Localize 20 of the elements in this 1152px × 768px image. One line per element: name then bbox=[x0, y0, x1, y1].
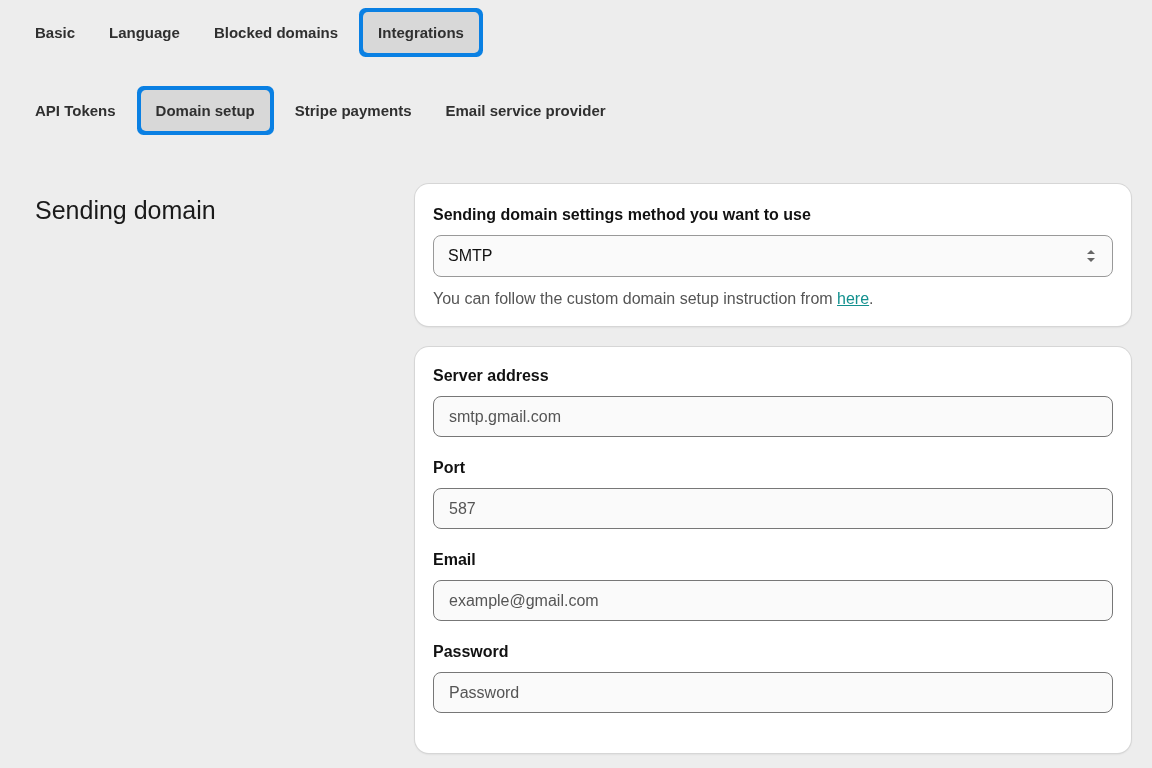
input-field[interactable]: 587 bbox=[433, 488, 1113, 529]
field-label: Server address bbox=[433, 367, 550, 385]
tab[interactable]: Language bbox=[97, 14, 192, 50]
input-field[interactable]: Password bbox=[433, 672, 1113, 713]
tab[interactable]: Basic bbox=[23, 14, 88, 50]
tab[interactable]: API Tokens bbox=[23, 92, 128, 128]
field-label: Password bbox=[433, 643, 510, 661]
tab[interactable]: Stripe payments bbox=[282, 92, 424, 128]
input-field[interactable]: smtp.gmail.com bbox=[433, 396, 1113, 437]
help-text: You can follow the custom domain setup instruction from here. bbox=[433, 290, 875, 308]
tab[interactable]: Blocked domains bbox=[201, 14, 351, 50]
input-field[interactable]: example@gmail.com bbox=[433, 580, 1113, 621]
tab[interactable]: Email service provider bbox=[433, 92, 618, 128]
section-title: Sending domain bbox=[35, 195, 217, 226]
up-down-arrow-icon bbox=[1086, 248, 1096, 264]
field-label: Sending domain settings method you want to use bbox=[433, 206, 812, 224]
field-label: Port bbox=[433, 459, 466, 477]
select-field[interactable]: SMTP bbox=[433, 235, 1113, 277]
field-label: Email bbox=[433, 551, 477, 569]
help-link[interactable]: here bbox=[837, 290, 870, 307]
